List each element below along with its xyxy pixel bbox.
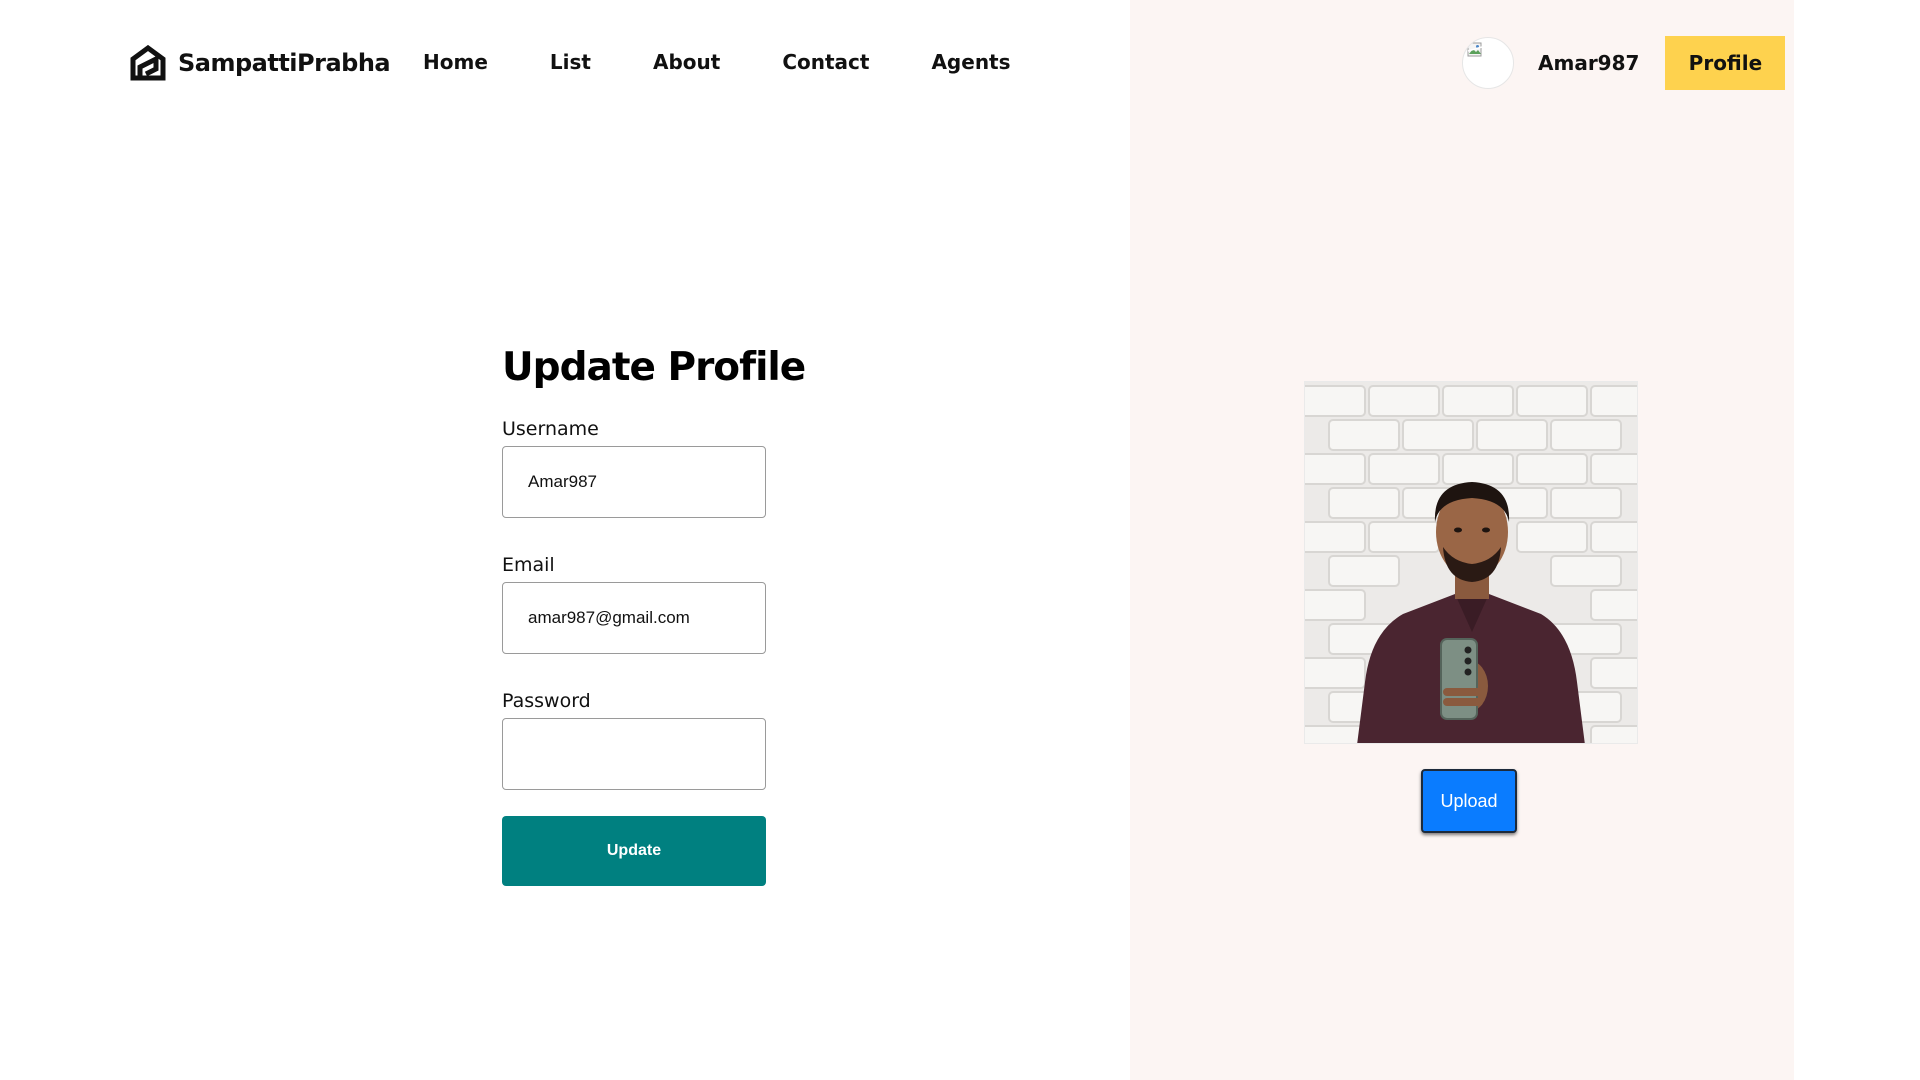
profile-photo-image xyxy=(1305,382,1637,743)
nav-agents[interactable]: Agents xyxy=(931,50,1010,74)
nav-home[interactable]: Home xyxy=(423,50,488,74)
nav-list[interactable]: List xyxy=(550,50,591,74)
password-field[interactable] xyxy=(502,718,766,790)
header-username: Amar987 xyxy=(1538,51,1640,75)
main-nav: Home List About Contact Agents xyxy=(423,50,1011,74)
nav-contact[interactable]: Contact xyxy=(782,50,869,74)
avatar[interactable] xyxy=(1462,37,1514,89)
email-field[interactable] xyxy=(502,582,766,654)
user-menu: Amar987 Profile xyxy=(1462,36,1786,90)
page-title: Update Profile xyxy=(502,345,806,390)
update-button[interactable]: Update xyxy=(502,816,766,886)
navbar: SampattiPrabha Home List About Contact A… xyxy=(0,0,1920,128)
password-label: Password xyxy=(502,690,591,712)
house-logo-icon xyxy=(130,45,166,81)
profile-photo xyxy=(1304,381,1638,744)
profile-button[interactable]: Profile xyxy=(1665,36,1786,90)
username-label: Username xyxy=(502,418,599,440)
brand-name: SampattiPrabha xyxy=(178,49,391,77)
upload-button[interactable]: Upload xyxy=(1421,769,1517,833)
username-field[interactable] xyxy=(502,446,766,518)
broken-image-icon xyxy=(1467,42,1483,57)
update-profile-form: Update Profile Username Email Password U… xyxy=(502,340,806,886)
nav-about[interactable]: About xyxy=(653,50,720,74)
email-label: Email xyxy=(502,554,555,576)
brand-logo[interactable]: SampattiPrabha xyxy=(130,45,391,81)
update-profile-page: SampattiPrabha Home List About Contact A… xyxy=(0,0,1920,1080)
